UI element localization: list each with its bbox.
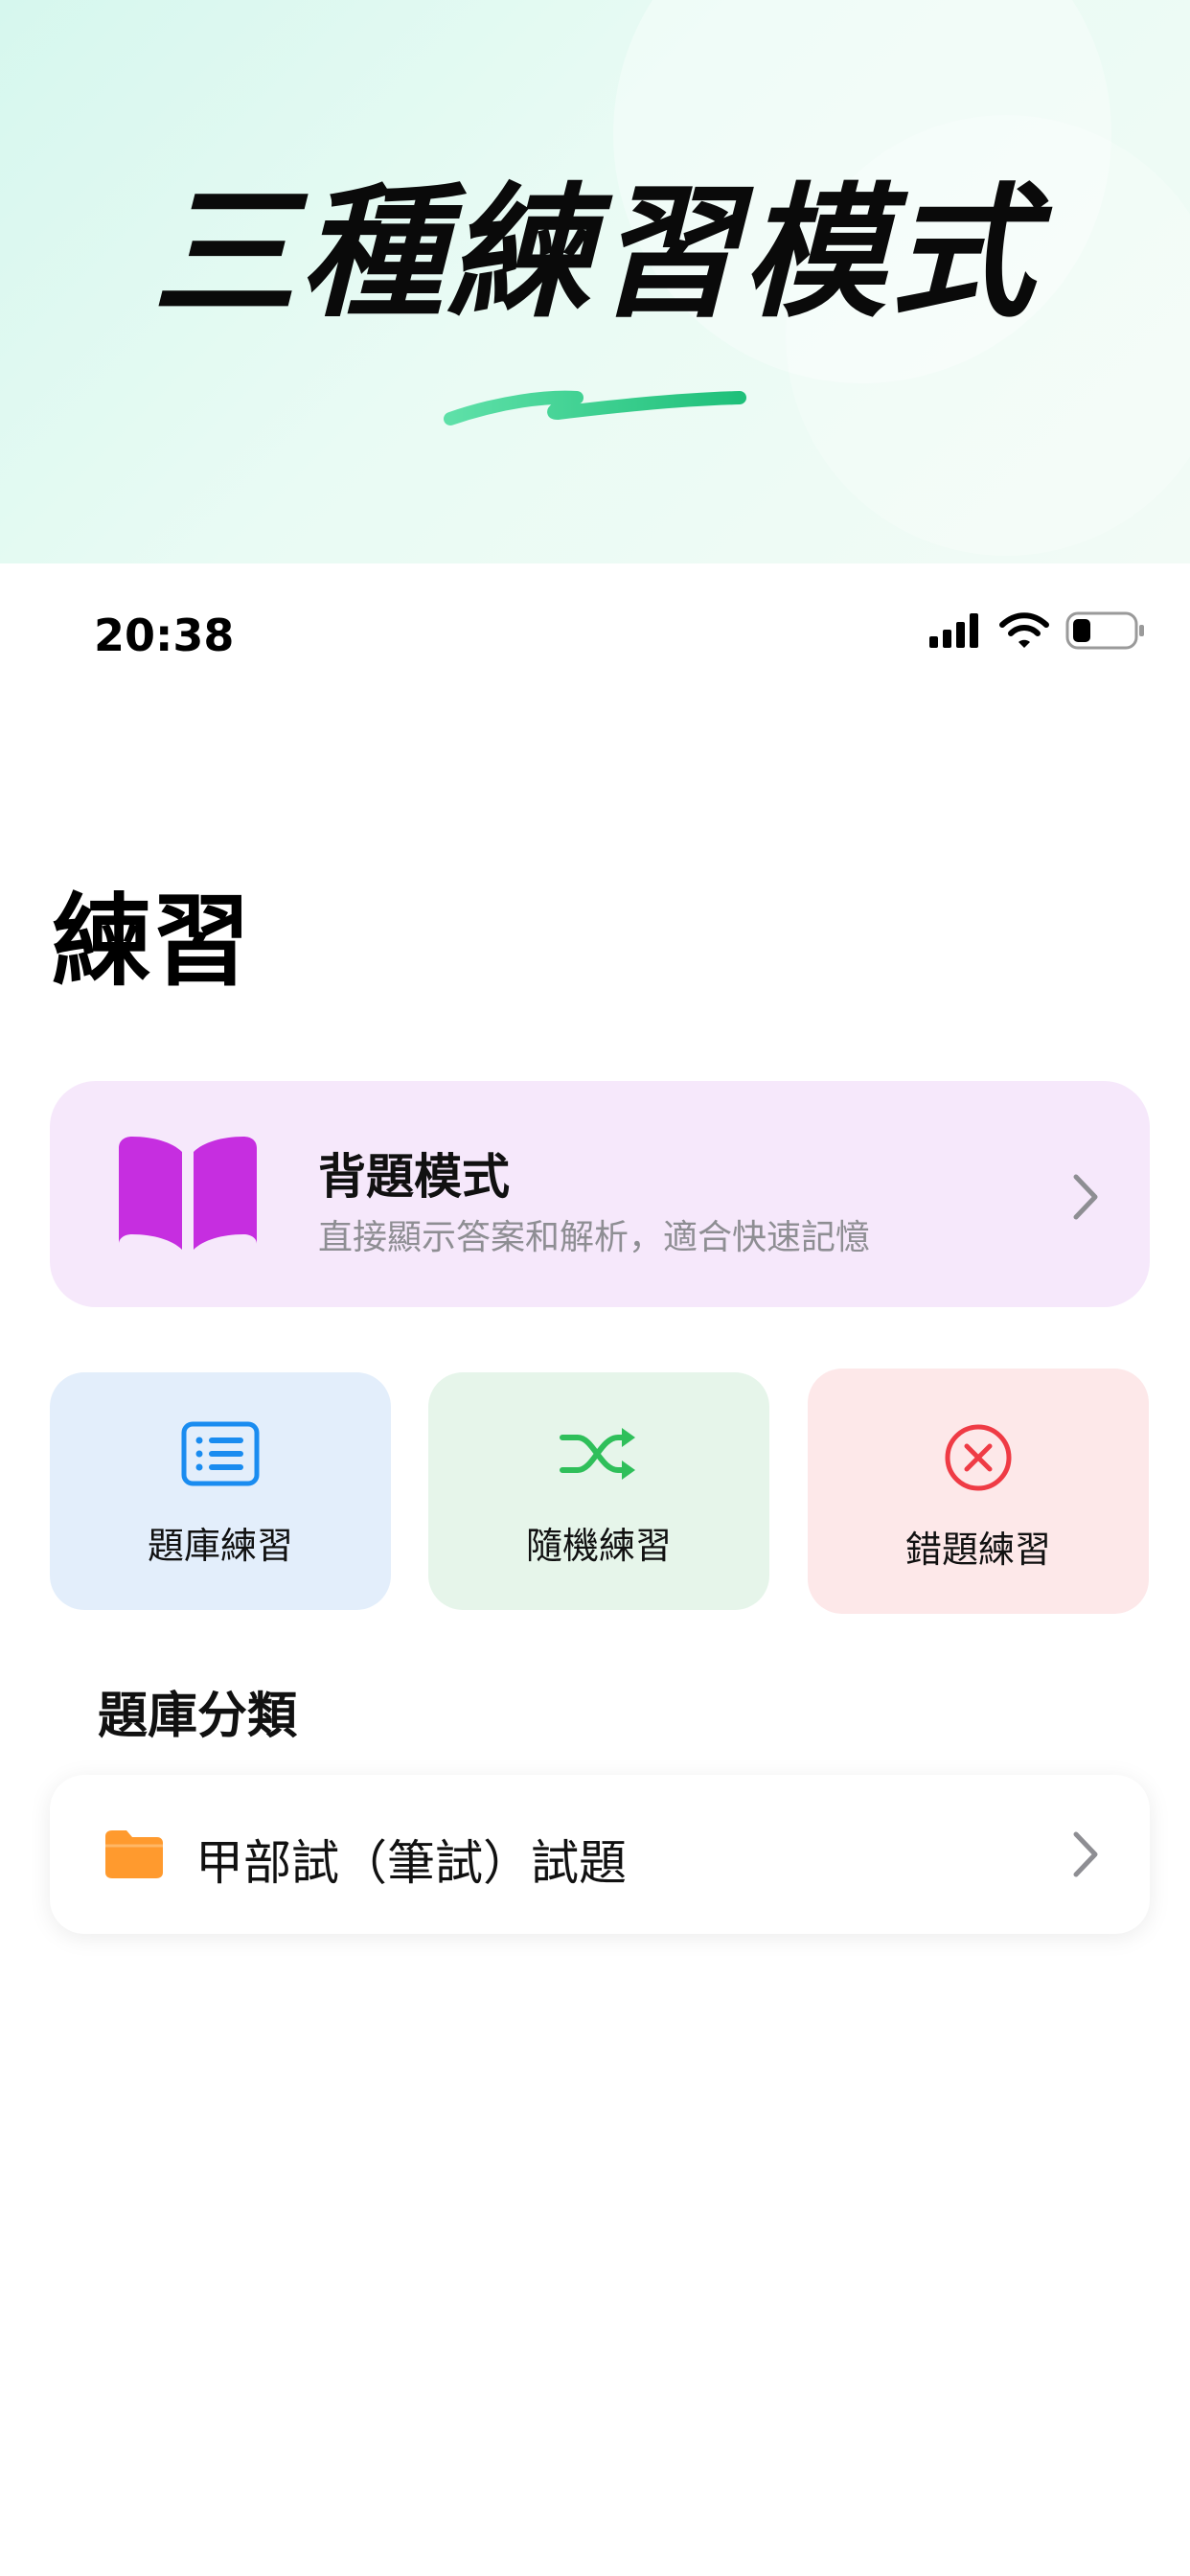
shuffle-icon	[560, 1428, 635, 1480]
memorize-mode-card[interactable]: 背題模式 直接顯示答案和解析，適合快速記憶	[50, 1081, 1150, 1307]
hero-banner: 三種練習模式	[0, 0, 1190, 564]
category-section-title: 題庫分類	[98, 1688, 298, 1745]
cellular-signal-icon	[929, 613, 978, 648]
swoosh-underline-icon	[444, 390, 746, 426]
wrong-questions-practice-label: 錯題練習	[904, 1529, 1051, 1571]
book-open-icon	[119, 1137, 257, 1250]
status-bar: 20:38	[0, 564, 1190, 717]
question-bank-practice-label: 題庫練習	[147, 1525, 293, 1567]
page-title: 練習	[52, 883, 252, 1000]
battery-icon	[1065, 611, 1144, 650]
category-item[interactable]: 甲部試（筆試）試題	[50, 1775, 1150, 1934]
question-bank-practice-button[interactable]: 題庫練習	[50, 1372, 391, 1610]
folder-icon	[105, 1830, 163, 1878]
wrong-questions-practice-button[interactable]: 錯題練習	[808, 1368, 1149, 1614]
status-time: 20:38	[94, 610, 235, 661]
x-circle-icon	[945, 1424, 1012, 1491]
list-icon	[181, 1421, 260, 1486]
chevron-right-icon	[1073, 1831, 1098, 1877]
random-practice-label: 隨機練習	[525, 1525, 672, 1567]
wifi-icon	[999, 612, 1049, 648]
hero-title: 三種練習模式	[151, 171, 1038, 337]
memorize-mode-title: 背題模式	[318, 1149, 510, 1205]
chevron-right-icon	[1073, 1174, 1098, 1220]
category-item-label: 甲部試（筆試）試題	[195, 1835, 627, 1891]
memorize-mode-subtitle: 直接顯示答案和解析，適合快速記憶	[318, 1218, 871, 1257]
random-practice-button[interactable]: 隨機練習	[428, 1372, 769, 1610]
